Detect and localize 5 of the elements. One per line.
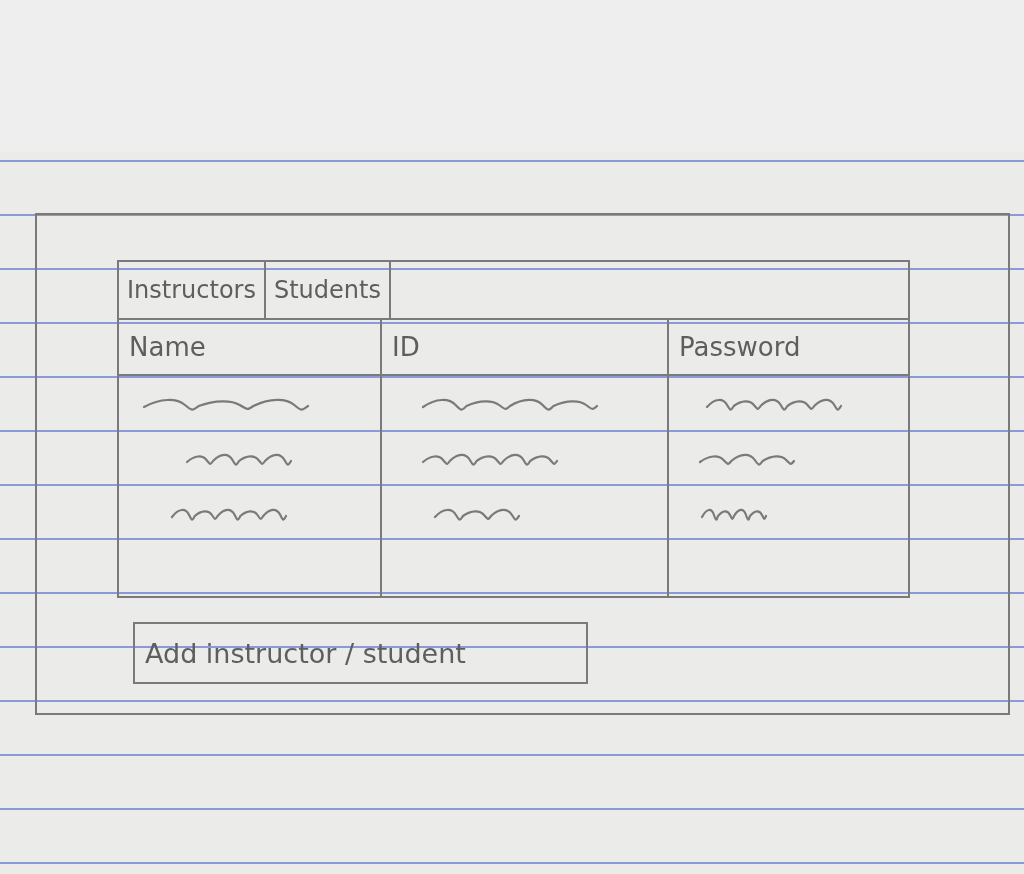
column-header: Password	[679, 332, 801, 362]
column-header: Name	[129, 332, 206, 362]
tab[interactable]: Students	[265, 262, 391, 318]
tab[interactable]: Instructors	[119, 262, 266, 318]
column-header: ID	[392, 332, 420, 362]
